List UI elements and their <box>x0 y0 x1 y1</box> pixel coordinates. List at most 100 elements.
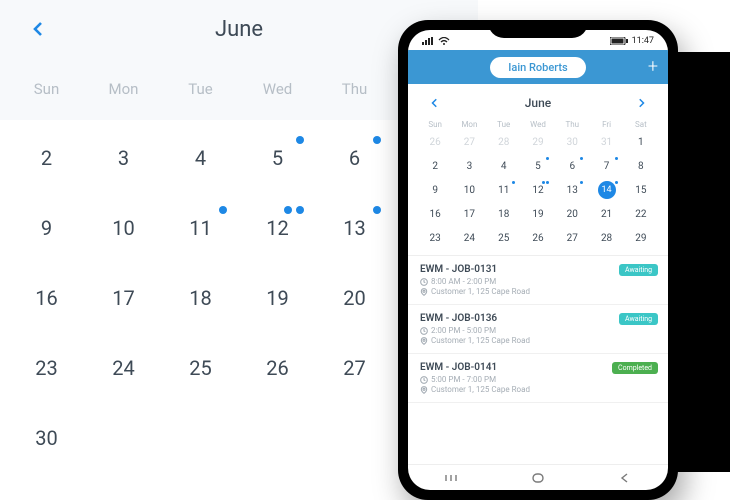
day-number: 4 <box>501 161 507 172</box>
calendar-day[interactable]: 16 <box>418 205 452 223</box>
calendar-day[interactable]: 12 <box>239 208 316 248</box>
calendar-day[interactable]: 12 <box>521 181 555 199</box>
calendar-day[interactable]: 14 <box>589 181 623 199</box>
day-number: 12 <box>532 185 543 196</box>
day-number: 8 <box>638 161 644 172</box>
calendar-day[interactable]: 7 <box>589 157 623 175</box>
day-number: 5 <box>535 161 541 172</box>
calendar-day[interactable]: 28 <box>589 229 623 247</box>
nav-home-button[interactable] <box>529 472 547 484</box>
calendar-day[interactable]: 20 <box>555 205 589 223</box>
job-card[interactable]: EWM - JOB-01318:00 AM - 2:00 PMCustomer … <box>408 256 668 305</box>
event-dot-icon <box>284 206 292 214</box>
event-dot-icon <box>296 136 304 144</box>
calendar-day[interactable]: 26 <box>418 133 452 151</box>
calendar-day[interactable]: 23 <box>418 229 452 247</box>
calendar-day[interactable]: 17 <box>452 205 486 223</box>
job-location: Customer 1, 125 Cape Road <box>420 336 656 345</box>
day-number: 29 <box>635 233 646 244</box>
chevron-left-icon <box>430 98 440 108</box>
calendar-day <box>239 418 316 458</box>
job-card[interactable]: EWM - JOB-01415:00 PM - 7:00 PMCustomer … <box>408 354 668 403</box>
calendar-day[interactable]: 30 <box>555 133 589 151</box>
calendar-day[interactable]: 27 <box>555 229 589 247</box>
calendar-day[interactable]: 10 <box>452 181 486 199</box>
weekday-label: Mon <box>85 80 162 98</box>
calendar-day[interactable]: 11 <box>162 208 239 248</box>
day-number: 12 <box>266 216 288 240</box>
calendar-day[interactable]: 28 <box>487 133 521 151</box>
add-button[interactable]: + <box>648 58 658 76</box>
job-card[interactable]: EWM - JOB-01362:00 PM - 5:00 PMCustomer … <box>408 305 668 354</box>
day-number: 17 <box>112 286 134 310</box>
calendar-day[interactable]: 21 <box>589 205 623 223</box>
weekday-label: Fri <box>589 120 623 129</box>
day-number: 26 <box>532 233 543 244</box>
calendar-day[interactable]: 3 <box>85 138 162 178</box>
event-dot-icon <box>296 206 304 214</box>
calendar-day[interactable]: 13 <box>555 181 589 199</box>
day-number: 18 <box>498 209 509 220</box>
calendar-day[interactable]: 4 <box>487 157 521 175</box>
location-icon <box>420 386 428 394</box>
job-time: 8:00 AM - 2:00 PM <box>420 277 656 286</box>
calendar-day[interactable]: 9 <box>418 181 452 199</box>
calendar-day[interactable]: 23 <box>8 348 85 388</box>
calendar-day[interactable]: 31 <box>589 133 623 151</box>
calendar-day[interactable]: 30 <box>8 418 85 458</box>
calendar-day[interactable]: 17 <box>85 278 162 318</box>
calendar-day[interactable]: 6 <box>555 157 589 175</box>
calendar-day[interactable]: 6 <box>316 138 393 178</box>
calendar-day[interactable]: 27 <box>452 133 486 151</box>
calendar-day[interactable]: 24 <box>452 229 486 247</box>
calendar-day[interactable]: 27 <box>316 348 393 388</box>
calendar-day[interactable]: 10 <box>85 208 162 248</box>
calendar-day[interactable]: 15 <box>624 181 658 199</box>
day-number: 5 <box>272 146 283 170</box>
event-dot-icon <box>219 206 227 214</box>
day-number: 23 <box>35 356 57 380</box>
calendar-day[interactable]: 19 <box>239 278 316 318</box>
event-dot-icon <box>373 206 381 214</box>
calendar-day[interactable]: 2 <box>8 138 85 178</box>
calendar-day[interactable]: 20 <box>316 278 393 318</box>
weekday-label: Wed <box>521 120 555 129</box>
calendar-day[interactable]: 18 <box>487 205 521 223</box>
calendar-day[interactable]: 29 <box>624 229 658 247</box>
calendar-day[interactable]: 24 <box>85 348 162 388</box>
mobile-calendar-grid: 2627282930311234567891011121314151617181… <box>418 133 658 247</box>
calendar-day[interactable]: 18 <box>162 278 239 318</box>
mobile-prev-month-button[interactable] <box>424 92 446 114</box>
nav-back-button[interactable] <box>616 472 634 484</box>
mobile-next-month-button[interactable] <box>630 92 652 114</box>
job-list[interactable]: EWM - JOB-01318:00 AM - 2:00 PMCustomer … <box>408 256 668 464</box>
day-number: 11 <box>189 216 211 240</box>
prev-month-button[interactable] <box>28 18 50 40</box>
calendar-day[interactable]: 16 <box>8 278 85 318</box>
calendar-day[interactable]: 9 <box>8 208 85 248</box>
event-dot-icon <box>615 157 618 160</box>
calendar-day[interactable]: 25 <box>487 229 521 247</box>
day-number: 16 <box>35 286 57 310</box>
calendar-day[interactable]: 29 <box>521 133 555 151</box>
calendar-day[interactable]: 13 <box>316 208 393 248</box>
calendar-day[interactable]: 11 <box>487 181 521 199</box>
calendar-day[interactable]: 2 <box>418 157 452 175</box>
calendar-day[interactable]: 3 <box>452 157 486 175</box>
calendar-day[interactable]: 5 <box>239 138 316 178</box>
calendar-day[interactable]: 1 <box>624 133 658 151</box>
calendar-day[interactable]: 26 <box>521 229 555 247</box>
user-pill[interactable]: Iain Roberts <box>490 57 585 78</box>
calendar-day[interactable]: 5 <box>521 157 555 175</box>
calendar-day[interactable]: 4 <box>162 138 239 178</box>
day-number: 6 <box>349 146 360 170</box>
calendar-day[interactable]: 19 <box>521 205 555 223</box>
calendar-day[interactable]: 8 <box>624 157 658 175</box>
calendar-day[interactable]: 25 <box>162 348 239 388</box>
status-badge: Awaiting <box>619 264 658 276</box>
calendar-day[interactable]: 26 <box>239 348 316 388</box>
phone-notch <box>488 20 588 38</box>
day-number: 20 <box>567 209 578 220</box>
nav-recent-button[interactable] <box>442 472 460 484</box>
calendar-day[interactable]: 22 <box>624 205 658 223</box>
